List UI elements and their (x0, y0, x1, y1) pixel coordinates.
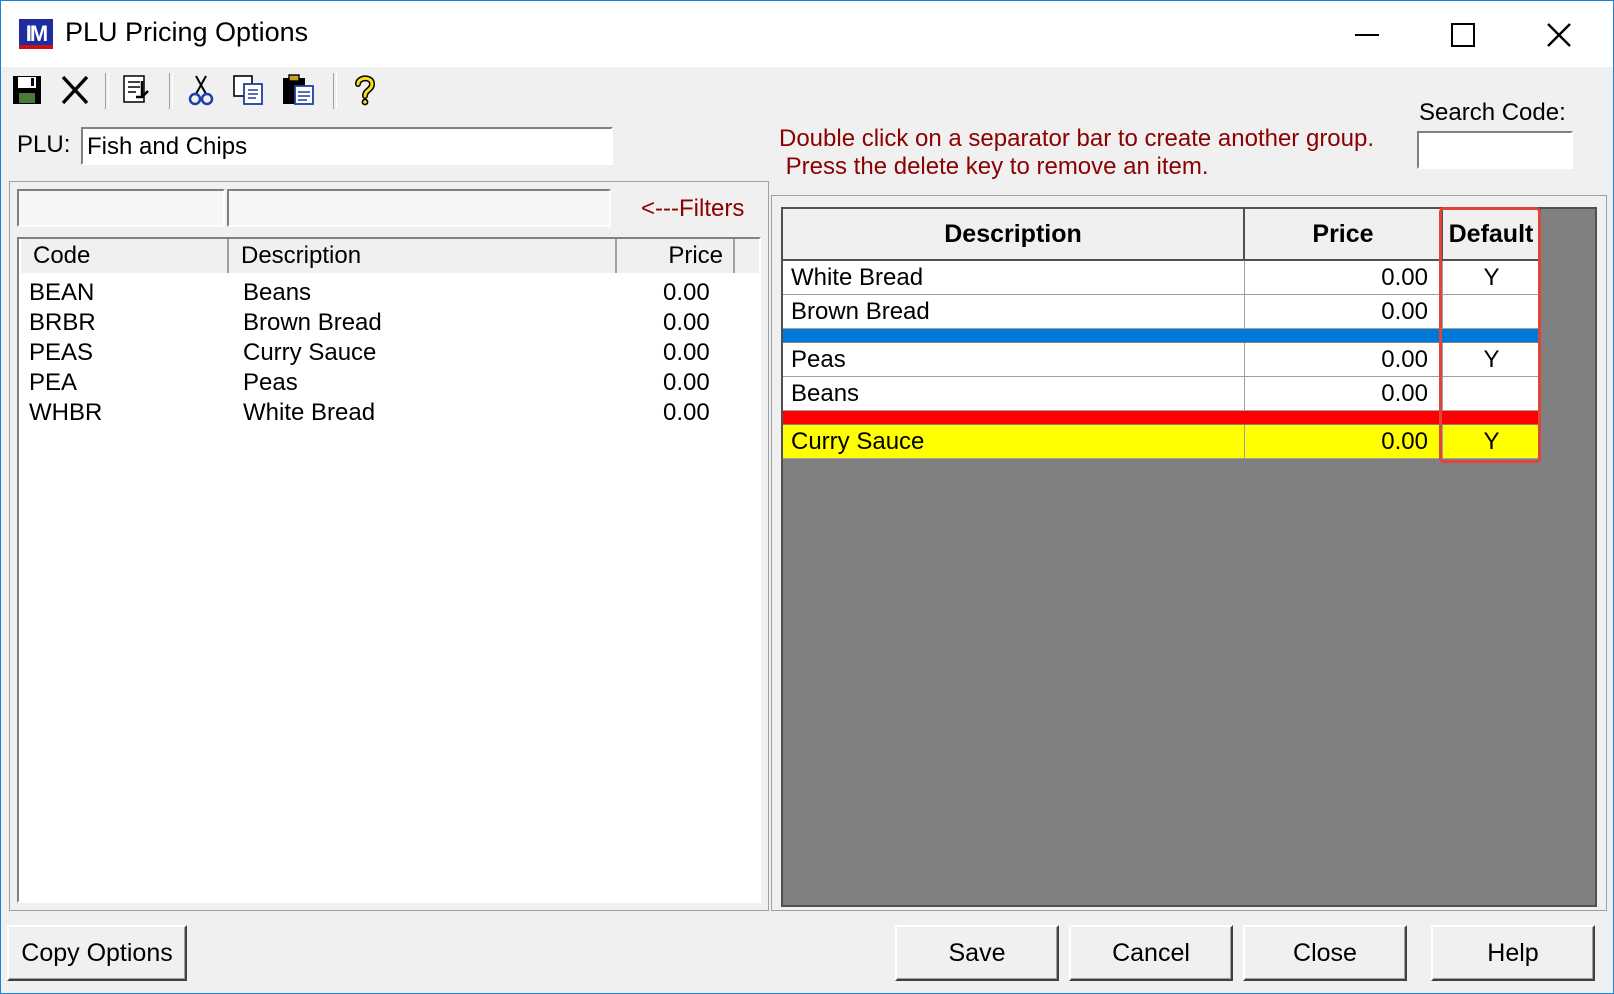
save-icon (13, 76, 41, 104)
item-price: 0.00 (663, 369, 710, 396)
grid-cell-default: Y (1443, 261, 1541, 295)
grid-cell-price: 0.00 (1245, 377, 1443, 411)
plu-value: Fish and Chips (87, 133, 248, 160)
item-code: BEAN (29, 279, 95, 306)
item-price: 0.00 (663, 309, 710, 336)
maximize-icon (1451, 23, 1475, 48)
item-code: PEAS (29, 339, 94, 366)
options-grid[interactable]: Description Price Default White Bread 0.… (781, 207, 1597, 907)
grid-cell-price: 0.00 (1245, 343, 1443, 377)
item-description: Beans (243, 279, 312, 306)
plu-label: PLU: (17, 131, 71, 158)
list-item[interactable]: PEA Peas 0.00 (21, 369, 721, 399)
grid-cell-price: 0.00 (1245, 295, 1443, 329)
plu-input[interactable]: Fish and Chips (81, 127, 613, 165)
cut-toolbar-button[interactable] (183, 71, 219, 109)
grid-header-default[interactable]: Default (1443, 209, 1541, 261)
filters-label: <---Filters (641, 195, 745, 222)
toolbar-separator (105, 73, 109, 109)
export-icon (123, 75, 149, 103)
close-window-button[interactable] (1511, 1, 1607, 67)
list-item[interactable]: PEAS Curry Sauce 0.00 (21, 339, 721, 369)
list-item[interactable]: BRBR Brown Bread 0.00 (21, 309, 721, 339)
search-code-input[interactable] (1417, 131, 1573, 169)
plu-pricing-options-window: IM PLU Pricing Options PLU: Fish and Chi… (0, 0, 1614, 994)
grid-cell-description: Brown Bread (783, 295, 1245, 329)
grid-cell-price: 0.00 (1245, 261, 1443, 295)
delete-toolbar-button[interactable] (57, 71, 93, 109)
help-button[interactable]: Help (1431, 925, 1595, 981)
copy-options-button[interactable]: Copy Options (7, 925, 187, 981)
column-header-description[interactable]: Description (229, 239, 617, 273)
grid-header-price[interactable]: Price (1245, 209, 1443, 261)
item-price: 0.00 (663, 339, 710, 366)
list-item[interactable]: WHBR White Bread 0.00 (21, 399, 721, 429)
grid-cell-default (1443, 295, 1541, 329)
export-toolbar-button[interactable] (119, 71, 155, 109)
grid-cell-description: Curry Sauce (783, 425, 1245, 459)
toolbar-separator (169, 73, 173, 109)
column-header-code[interactable]: Code (21, 239, 229, 273)
filter-code-input[interactable] (17, 189, 225, 227)
grid-cell-default: Y (1443, 343, 1541, 377)
column-header-price[interactable]: Price (617, 239, 735, 273)
instruction-message: Double click on a separator bar to creat… (779, 125, 1375, 180)
item-price: 0.00 (663, 399, 710, 426)
toolbar (9, 69, 409, 113)
search-code-label: Search Code: (1419, 99, 1566, 126)
grid-cell-default: Y (1443, 425, 1541, 459)
window-title: PLU Pricing Options (65, 17, 309, 47)
item-code: BRBR (29, 309, 96, 336)
cancel-button[interactable]: Cancel (1069, 925, 1233, 981)
grid-header-description[interactable]: Description (783, 209, 1245, 261)
grid-cell-default (1443, 377, 1541, 411)
item-code: WHBR (29, 399, 103, 426)
app-logo-icon: IM (19, 19, 53, 49)
copy-toolbar-button[interactable] (231, 71, 267, 109)
maximize-button[interactable] (1415, 1, 1511, 67)
item-price: 0.00 (663, 279, 710, 306)
minimize-button[interactable] (1319, 1, 1415, 67)
list-item[interactable]: BEAN Beans 0.00 (21, 279, 721, 309)
save-toolbar-button[interactable] (9, 71, 45, 109)
group-separator-bar[interactable] (783, 411, 1541, 424)
delete-icon (61, 75, 89, 105)
item-code: PEA (29, 369, 78, 396)
available-items-header: Code Description Price (21, 239, 759, 273)
save-button[interactable]: Save (895, 925, 1059, 981)
item-description: Brown Bread (243, 309, 382, 336)
group-separator-bar[interactable] (783, 329, 1541, 342)
filter-description-input[interactable] (227, 189, 611, 227)
close-icon (1547, 23, 1571, 47)
copy-icon (233, 75, 263, 105)
paste-icon (283, 74, 314, 105)
cut-icon (188, 75, 214, 106)
grid-cell-description: White Bread (783, 261, 1245, 295)
help-icon (355, 75, 376, 106)
grid-cell-description: Beans (783, 377, 1245, 411)
item-description: White Bread (243, 399, 376, 426)
item-description: Curry Sauce (243, 339, 377, 366)
close-button[interactable]: Close (1243, 925, 1407, 981)
title-bar: IM PLU Pricing Options (1, 1, 1613, 67)
toolbar-separator (333, 73, 337, 109)
grid-cell-price: 0.00 (1245, 425, 1443, 459)
minimize-icon (1355, 34, 1379, 37)
paste-toolbar-button[interactable] (281, 71, 317, 109)
grid-cell-description: Peas (783, 343, 1245, 377)
help-toolbar-button[interactable] (347, 71, 383, 109)
item-description: Peas (243, 369, 298, 396)
